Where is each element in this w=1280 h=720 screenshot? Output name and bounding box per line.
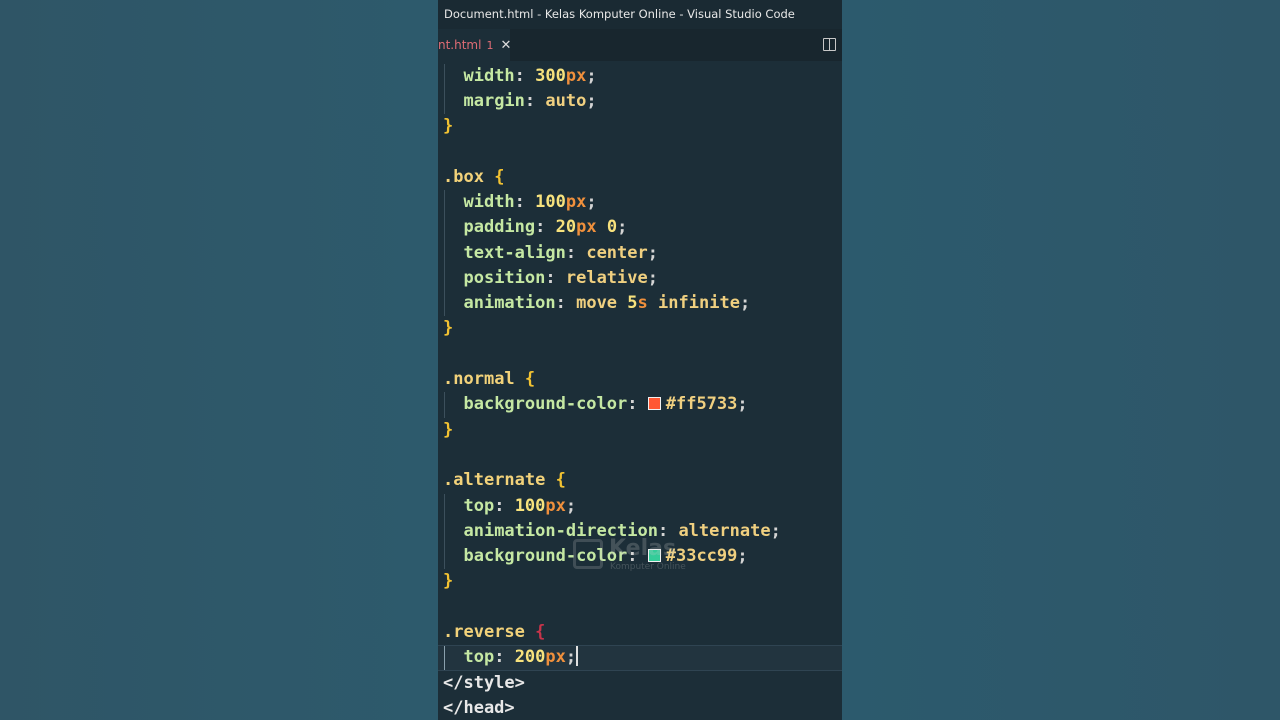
css-selector: normal (453, 369, 515, 390)
css-value: center (586, 242, 648, 263)
code-line: } (443, 571, 454, 592)
tab-document-html[interactable]: nt.html 1 ✕ (438, 29, 511, 61)
css-property: top (463, 647, 495, 668)
code-line: .alternate { (443, 470, 566, 491)
vscode-window: Document.html - Kelas Komputer Online - … (438, 0, 842, 720)
window-title: Document.html - Kelas Komputer Online - … (444, 7, 795, 21)
css-property: position (463, 267, 546, 288)
code-line-current: top: 200px; (438, 645, 842, 671)
code-line: </head> (438, 696, 842, 720)
css-value: auto (545, 90, 587, 111)
code-line: </style> (438, 671, 842, 696)
css-number: 5 (627, 293, 638, 314)
text-cursor (576, 646, 579, 667)
css-property: text-align (463, 242, 566, 263)
code-line: background-color: #ff5733; (438, 392, 842, 418)
code-line: .box { (443, 166, 505, 187)
css-property: background-color (463, 394, 628, 415)
code-line: text-align: center; (438, 240, 842, 266)
css-property: animation (463, 293, 556, 314)
split-editor-icon[interactable] (823, 38, 836, 51)
css-selector: reverse (453, 622, 525, 643)
title-bar: Document.html - Kelas Komputer Online - … (438, 0, 842, 29)
css-value: #ff5733 (665, 394, 738, 415)
code-line: margin: auto; (438, 88, 842, 115)
css-property: width (463, 191, 515, 212)
css-number: 100 (535, 191, 566, 212)
code-line: width: 100px; (438, 189, 842, 216)
css-property: padding (463, 217, 536, 238)
css-property: width (463, 65, 515, 86)
tab-filename: nt.html (438, 38, 482, 52)
css-unit: px (576, 217, 597, 238)
code-line: top: 100px; (438, 493, 842, 519)
code-line: } (443, 116, 454, 137)
color-swatch[interactable] (647, 549, 661, 563)
css-property: animation-direction (463, 520, 658, 541)
code-line: } (443, 318, 454, 339)
code-line: .reverse { (443, 622, 546, 643)
css-unit: s (637, 293, 648, 314)
code-line: animation-direction: alternate; (438, 518, 842, 545)
code-line: animation: move 5s infinite; (438, 291, 842, 317)
problem-count-badge: 1 (486, 38, 494, 52)
html-tag: </style> (443, 672, 525, 693)
css-value: relative (565, 267, 648, 288)
css-property: background-color (463, 546, 628, 567)
css-number: 0 (606, 217, 618, 238)
css-unit: px (545, 495, 566, 516)
css-selector: alternate (453, 470, 546, 491)
code-editor[interactable]: width: 300px; margin: auto; } .box { wid… (438, 63, 842, 720)
code-line: padding: 20px 0; (438, 215, 842, 241)
css-number: 20 (555, 217, 577, 238)
css-value: alternate (678, 520, 771, 541)
close-icon[interactable]: ✕ (500, 38, 511, 53)
code-line: width: 300px; (438, 63, 842, 89)
code-line: .normal { (443, 369, 536, 390)
css-property: margin (463, 90, 525, 111)
css-property: top (463, 495, 495, 516)
css-unit: px (565, 191, 587, 212)
code-line: position: relative; (438, 265, 842, 292)
html-tag: </head> (443, 697, 515, 718)
css-value: infinite (658, 293, 740, 314)
css-value: move (576, 293, 618, 314)
css-number: 100 (514, 495, 546, 516)
tab-bar: nt.html 1 ✕ (438, 29, 842, 61)
css-value: #33cc99 (665, 546, 738, 567)
css-unit: px (565, 65, 587, 86)
code-line: } (443, 419, 454, 440)
code-line: background-color: #33cc99; (438, 544, 842, 570)
css-selector: box (453, 166, 484, 187)
css-number: 200 (514, 647, 546, 668)
css-number: 300 (535, 65, 566, 86)
color-swatch[interactable] (647, 397, 661, 411)
css-unit: px (545, 647, 566, 668)
